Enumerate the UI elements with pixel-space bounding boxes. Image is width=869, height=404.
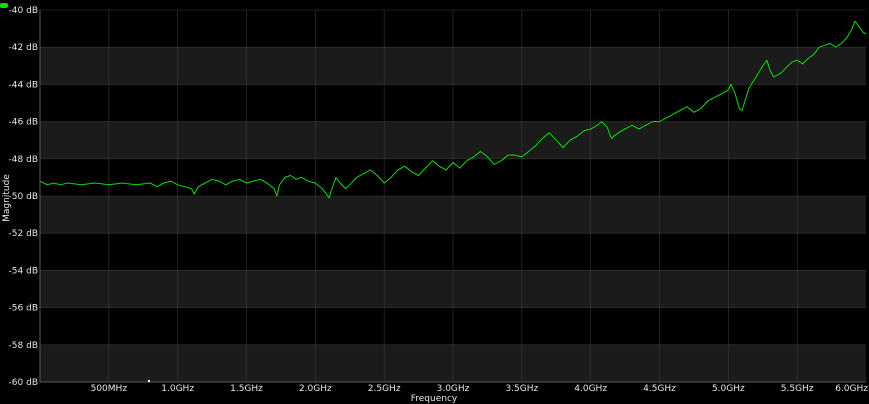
x-tick-label: 3.0GHz bbox=[437, 384, 470, 394]
y-tick-label: -58 dB bbox=[9, 341, 38, 351]
x-tick-label: 6.0GHz bbox=[835, 384, 868, 394]
x-axis-title: Frequency bbox=[411, 394, 458, 404]
x-tick-label: 4.5GHz bbox=[643, 384, 676, 394]
y-tick-label: -60 dB bbox=[9, 378, 38, 388]
x-tick-label: 4.0GHz bbox=[574, 384, 607, 394]
x-tick-label: 500MHz bbox=[91, 384, 128, 394]
x-tick-label: 5.5GHz bbox=[781, 384, 814, 394]
x-tick-labels: 500MHz 1.0GHz 1.5GHz 2.0GHz 2.5GHz 3.0GHz 3.5G… bbox=[91, 384, 869, 394]
y-tick-label: -44 dB bbox=[9, 80, 38, 90]
x-tick-label: 3.5GHz bbox=[505, 384, 538, 394]
x-tick-label: 1.0GHz bbox=[161, 384, 194, 394]
y-tick-label: -46 dB bbox=[9, 118, 38, 128]
x-tick-label: 2.0GHz bbox=[299, 384, 332, 394]
y-tick-labels: -40 dB -42 dB -44 dB -46 dB -48 dB -50 dB -52 … bbox=[9, 6, 38, 388]
magnitude-chart: -40 dB -42 dB -44 dB -46 dB -48 dB -50 dB -52 … bbox=[2, 6, 869, 404]
y-tick-label: -52 dB bbox=[9, 229, 38, 239]
frequency-cursor-marker[interactable] bbox=[148, 380, 150, 382]
x-tick-label: 1.5GHz bbox=[230, 384, 263, 394]
y-tick-label: -48 dB bbox=[9, 155, 38, 165]
series-legend-swatch[interactable] bbox=[0, 3, 8, 8]
y-tick-label: -50 dB bbox=[9, 192, 38, 202]
x-tick-label: 2.5GHz bbox=[368, 384, 401, 394]
y-axis-title: Magnitude bbox=[2, 174, 12, 222]
y-tick-label: -56 dB bbox=[9, 304, 38, 314]
y-tick-label: -54 dB bbox=[9, 266, 38, 276]
y-tick-label: -40 dB bbox=[9, 6, 38, 16]
x-tick-label: 5.0GHz bbox=[712, 384, 745, 394]
y-tick-label: -42 dB bbox=[9, 43, 38, 53]
